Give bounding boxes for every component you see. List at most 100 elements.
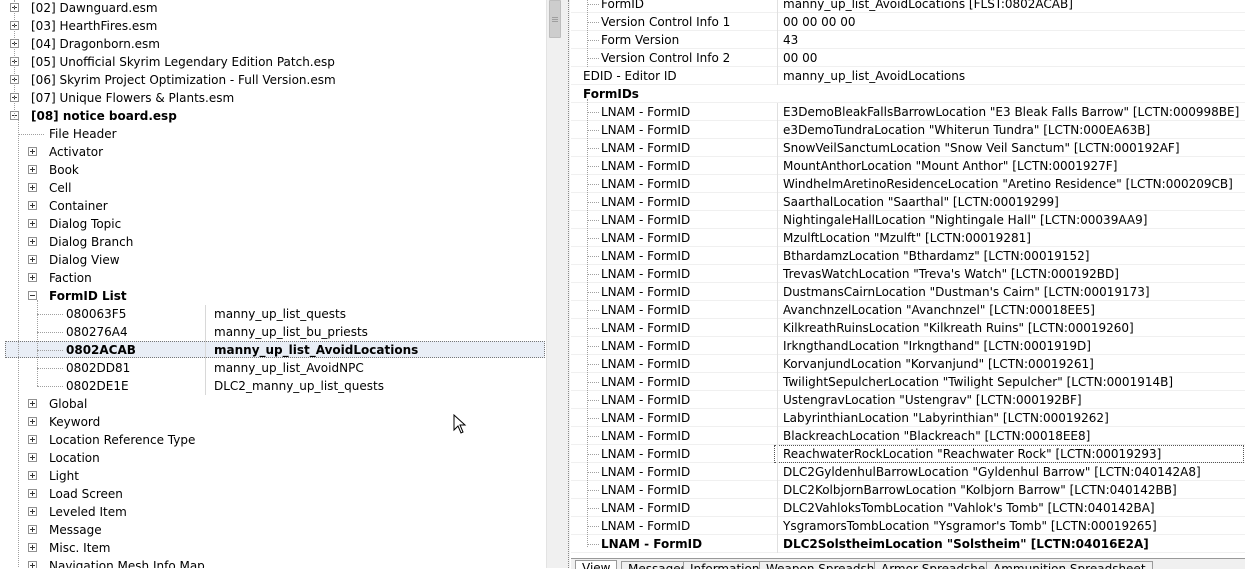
tree-item-group[interactable]: Misc. Item [0,539,546,557]
tree-item-group[interactable]: Navigation Mesh Info Map [0,557,546,568]
lnam-row[interactable]: LNAM - FormID DustmansCairnLocation "Dust… [571,283,1245,301]
expand-plus-icon[interactable] [28,435,37,444]
lnam-row[interactable]: LNAM - FormID DLC2GyldenhulBarrowLocation… [571,463,1245,481]
lnam-row[interactable]: LNAM - FormID YsgramorsTombLocation "Ysgr… [571,517,1245,535]
tree-item-group[interactable]: FormID List [0,287,546,305]
field-value[interactable]: e3DemoTundraLocation "Whiterun Tundra" [… [783,121,1150,139]
tree-item-group[interactable]: Location [0,449,546,467]
expand-plus-icon[interactable] [28,255,37,264]
field-value[interactable]: E3DemoBleakFallsBarrowLocation "E3 Bleak… [783,103,1239,121]
tree-item-group[interactable]: Faction [0,269,546,287]
field-value[interactable]: AvanchnzelLocation "Avanchnzel" [LCTN:00… [783,301,1095,319]
field-row[interactable]: Form Version 43 [571,31,1245,49]
lnam-row[interactable]: LNAM - FormID UstengravLocation "Ustengra… [571,391,1245,409]
field-value[interactable]: 43 [783,31,798,49]
formids-header[interactable]: FormIDs [571,85,1245,103]
tree-item-group[interactable]: Activator [0,143,546,161]
tree-item-record[interactable]: 0802DD81 manny_up_list_AvoidNPC [0,359,546,377]
tree-item-record[interactable]: 080063F5 manny_up_list_quests [0,305,546,323]
scrollbar-thumb[interactable] [549,0,561,38]
expand-plus-icon[interactable] [28,453,37,462]
expand-plus-icon[interactable] [28,273,37,282]
field-value[interactable]: SnowVeilSanctumLocation "Snow Veil Sanct… [783,139,1180,157]
tree-item-group[interactable]: Message [0,521,546,539]
tree-item-group[interactable]: Leveled Item [0,503,546,521]
field-row[interactable]: FormID manny_up_list_AvoidLocations [FLST… [571,0,1245,13]
field-value[interactable]: YsgramorsTombLocation "Ysgramor's Tomb" … [783,517,1157,535]
lnam-row[interactable]: LNAM - FormID TrevasWatchLocation "Treva'… [571,265,1245,283]
field-value[interactable]: ReachwaterRockLocation "Reachwater Rock"… [783,445,1161,463]
expand-plus-icon[interactable] [28,165,37,174]
lnam-row[interactable]: LNAM - FormID BlackreachLocation "Blackre… [571,427,1245,445]
field-value[interactable]: IrkngthandLocation "Irkngthand" [LCTN:00… [783,337,1091,355]
field-value[interactable]: DLC2KolbjornBarrowLocation "Kolbjorn Bar… [783,481,1177,499]
tree-item-group[interactable]: Container [0,197,546,215]
tree-item-group[interactable]: Light [0,467,546,485]
collapse-minus-icon[interactable] [28,291,37,300]
lnam-row[interactable]: LNAM - FormID ReachwaterRockLocation "Rea… [571,445,1245,463]
tree-item-record[interactable]: 080276A4 manny_up_list_bu_priests [0,323,546,341]
expand-plus-icon[interactable] [28,147,37,156]
lnam-row[interactable]: LNAM - FormID DLC2VahloksTombLocation "Va… [571,499,1245,517]
field-value[interactable]: SaarthalLocation "Saarthal" [LCTN:000192… [783,193,1059,211]
edid-row[interactable]: EDID - Editor ID manny_up_list_AvoidLocat… [571,67,1245,85]
expand-plus-icon[interactable] [28,399,37,408]
field-value[interactable]: DLC2VahloksTombLocation "Vahlok's Tomb" … [783,499,1155,517]
tree-item-record[interactable]: 0802DE1E DLC2_manny_up_list_quests [0,377,546,395]
expand-plus-icon[interactable] [28,543,37,552]
field-row[interactable]: Version Control Info 2 00 00 [571,49,1245,67]
expand-plus-icon[interactable] [28,525,37,534]
tree-item-group[interactable]: Global [0,395,546,413]
expand-plus-icon[interactable] [28,507,37,516]
field-value[interactable]: DLC2GyldenhulBarrowLocation "Gyldenhul B… [783,463,1201,481]
tree-item-group[interactable]: Dialog Branch [0,233,546,251]
tree-item-plugin[interactable]: [03] HearthFires.esm [0,17,546,35]
lnam-row[interactable]: LNAM - FormID NightingaleHallLocation "Ni… [571,211,1245,229]
expand-plus-icon[interactable] [28,201,37,210]
lnam-row[interactable]: LNAM - FormID BthardamzLocation "Bthardam… [571,247,1245,265]
field-value[interactable]: TrevasWatchLocation "Treva's Watch" [LCT… [783,265,1119,283]
lnam-row[interactable]: LNAM - FormID DLC2SolstheimLocation "Sols… [571,535,1245,553]
field-value[interactable]: 00 00 00 00 [783,13,856,31]
field-value[interactable]: KilkreathRuinsLocation "Kilkreath Ruins"… [783,319,1134,337]
tree-item-plugin[interactable]: [05] Unofficial Skyrim Legendary Edition… [0,53,546,71]
field-value[interactable]: LabyrinthianLocation "Labyrinthian" [LCT… [783,409,1109,427]
field-value[interactable]: BthardamzLocation "Bthardamz" [LCTN:0001… [783,247,1089,265]
field-value[interactable]: TwilightSepulcherLocation "Twilight Sepu… [783,373,1173,391]
tree-scrollbar[interactable] [546,0,564,568]
field-value[interactable]: BlackreachLocation "Blackreach" [LCTN:00… [783,427,1090,445]
expand-plus-icon[interactable] [28,237,37,246]
lnam-row[interactable]: LNAM - FormID WindhelmAretinoResidenceLoc… [571,175,1245,193]
tree-item-record[interactable]: 0802ACAB manny_up_list_AvoidLocations [0,341,546,359]
field-value[interactable]: manny_up_list_AvoidLocations [783,67,965,85]
tree-item-group[interactable]: File Header [0,125,546,143]
lnam-row[interactable]: LNAM - FormID KorvanjundLocation "Korvanj… [571,355,1245,373]
field-value[interactable]: MountAnthorLocation "Mount Anthor" [LCTN… [783,157,1117,175]
expand-plus-icon[interactable] [28,489,37,498]
lnam-row[interactable]: LNAM - FormID E3DemoBleakFallsBarrowLocat… [571,103,1245,121]
lnam-row[interactable]: LNAM - FormID SnowVeilSanctumLocation "Sn… [571,139,1245,157]
field-value[interactable]: DLC2SolstheimLocation "Solstheim" [LCTN:… [783,535,1149,553]
lnam-row[interactable]: LNAM - FormID KilkreathRuinsLocation "Kil… [571,319,1245,337]
field-value[interactable]: DustmansCairnLocation "Dustman's Cairn" … [783,283,1150,301]
tree-item-plugin[interactable]: [06] Skyrim Project Optimization - Full … [0,71,546,89]
expand-plus-icon[interactable] [28,561,37,568]
tree-item-plugin[interactable]: [04] Dragonborn.esm [0,35,546,53]
lnam-row[interactable]: LNAM - FormID DLC2KolbjornBarrowLocation … [571,481,1245,499]
tree-item-group[interactable]: Load Screen [0,485,546,503]
tree-item-plugin[interactable]: [08] notice board.esp [0,107,546,125]
tree-item-plugin[interactable]: [02] Dawnguard.esm [0,0,546,17]
lnam-row[interactable]: LNAM - FormID SaarthalLocation "Saarthal"… [571,193,1245,211]
lnam-row[interactable]: LNAM - FormID TwilightSepulcherLocation "… [571,373,1245,391]
tree-item-plugin[interactable]: [07] Unique Flowers & Plants.esm [0,89,546,107]
expand-plus-icon[interactable] [28,219,37,228]
expand-plus-icon[interactable] [28,183,37,192]
tree-item-group[interactable]: Cell [0,179,546,197]
field-value[interactable]: KorvanjundLocation "Korvanjund" [LCTN:00… [783,355,1094,373]
lnam-row[interactable]: LNAM - FormID MzulftLocation "Mzulft" [LC… [571,229,1245,247]
lnam-row[interactable]: LNAM - FormID MountAnthorLocation "Mount … [571,157,1245,175]
field-row[interactable]: Version Control Info 1 00 00 00 00 [571,13,1245,31]
lnam-row[interactable]: LNAM - FormID e3DemoTundraLocation "White… [571,121,1245,139]
lnam-row[interactable]: LNAM - FormID LabyrinthianLocation "Labyr… [571,409,1245,427]
field-value[interactable]: WindhelmAretinoResidenceLocation "Aretin… [783,175,1233,193]
